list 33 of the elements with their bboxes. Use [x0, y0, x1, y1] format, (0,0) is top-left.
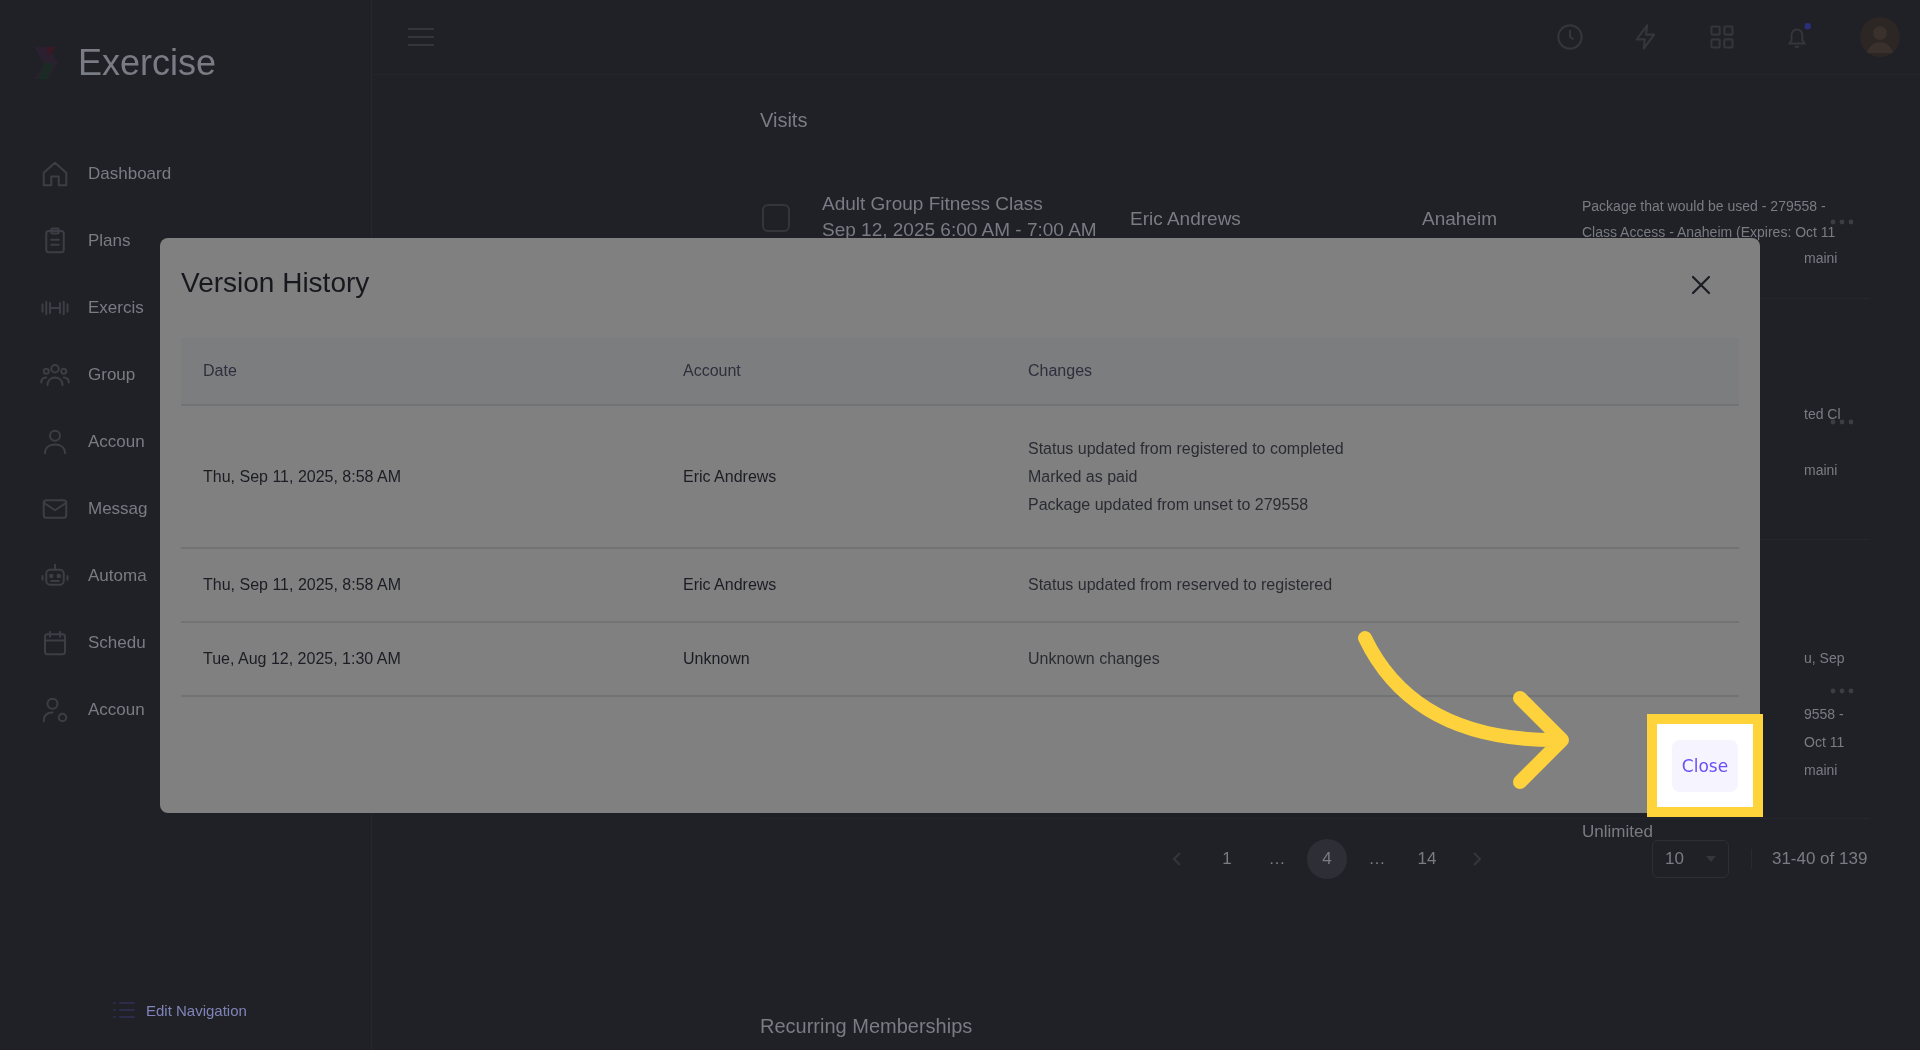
table-cell: Tue, Aug 12, 2025, 1:30 AM	[203, 650, 401, 668]
section-title: Visits	[760, 109, 809, 133]
table-cell: Thu, Sep 11, 2025, 8:58 AM	[203, 576, 402, 594]
table-cell: Eric Andrews	[683, 467, 777, 486]
package-text: Oct 11	[1804, 733, 1845, 752]
change-text: Status updated from registered to completed	[1028, 439, 1344, 458]
column-header: Account	[683, 362, 741, 380]
page-range: 31-40 of 139	[1750, 849, 1868, 869]
app-name: Exercise	[78, 42, 217, 84]
change-text: Status updated from reserved to registered	[1028, 576, 1333, 594]
table-cell: Thu, Sep 11, 2025, 8:58 AM	[203, 467, 402, 486]
account-name: Eric Andrews	[1130, 208, 1241, 229]
package-text: Class Access - Anaheim (Expires: Oct 11	[1582, 223, 1836, 242]
change-text: Unknown changes	[1028, 650, 1160, 668]
change-text: Marked as paid	[1028, 467, 1138, 486]
change-text: Package updated from unset to 279558	[1028, 495, 1309, 514]
package-text: 9558 -	[1804, 705, 1844, 724]
package-text: u, Sep	[1804, 649, 1845, 668]
class-name: Adult Group Fitness Class	[822, 193, 1044, 215]
section-title: Recurring Memberships	[760, 1015, 974, 1038]
package-text: Unlimited	[1582, 821, 1653, 843]
column-header: Date	[203, 362, 237, 380]
dialog-title: Version History	[181, 267, 370, 299]
class-time: Sep 12, 2025 6:00 AM - 7:00 AM	[822, 219, 1098, 241]
column-header: Changes	[1028, 362, 1093, 380]
table-cell: Eric Andrews	[683, 576, 777, 594]
package-text: Package that would be used - 279558 -	[1582, 197, 1826, 216]
package-text: ted Cl	[1804, 405, 1841, 424]
package-text: maini	[1804, 761, 1838, 780]
package-text: maini	[1804, 461, 1838, 480]
table-cell: Unknown	[683, 650, 750, 668]
package-text: maini	[1804, 249, 1838, 268]
location: Anaheim	[1422, 208, 1497, 229]
